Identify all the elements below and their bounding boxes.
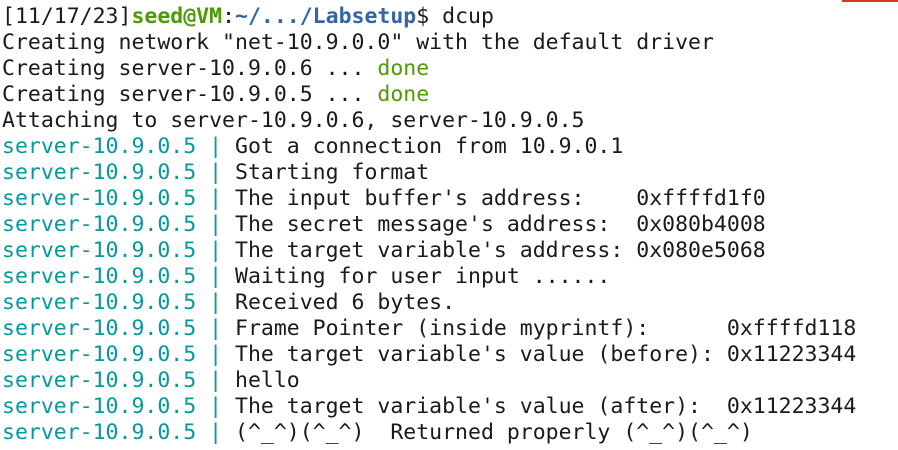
log-line: server-10.9.0.5 | The target variable's … xyxy=(2,394,856,420)
compose-output-line: Creating server-10.9.0.5 ... done xyxy=(2,82,429,108)
prompt-command: dcup xyxy=(442,4,494,29)
service-prefix: server-10.9.0.5 | xyxy=(2,160,235,185)
log-message: Waiting for user input ...... xyxy=(235,264,611,289)
prompt-path: ~/.../Labsetup xyxy=(235,4,417,29)
compose-text: Creating network "net-10.9.0.0" with the… xyxy=(2,30,714,55)
log-line: server-10.9.0.5 | Received 6 bytes. xyxy=(2,290,455,316)
service-prefix: server-10.9.0.5 | xyxy=(2,212,235,237)
log-line: server-10.9.0.5 | Got a connection from … xyxy=(2,134,623,160)
log-message: Got a connection from 10.9.0.1 xyxy=(235,134,624,159)
prompt-separator: : xyxy=(222,4,236,29)
log-message: Starting format xyxy=(235,160,430,185)
log-line: server-10.9.0.5 | (^_^)(^_^) Returned pr… xyxy=(2,420,753,446)
service-prefix: server-10.9.0.5 | xyxy=(2,134,235,159)
log-message: The secret message's address: 0x080b4008 xyxy=(235,212,766,237)
log-line: server-10.9.0.5 | Frame Pointer (inside … xyxy=(2,316,856,342)
service-prefix: server-10.9.0.5 | xyxy=(2,368,235,393)
compose-output-line: Creating server-10.9.0.6 ... done xyxy=(2,56,429,82)
compose-text: Creating server-10.9.0.6 ... xyxy=(2,56,378,81)
prompt-user-host: seed@VM xyxy=(131,4,223,29)
service-prefix: server-10.9.0.5 | xyxy=(2,264,235,289)
log-message: The target variable's value (after): 0x1… xyxy=(235,394,857,419)
log-line: server-10.9.0.5 | Starting format xyxy=(2,160,429,186)
compose-output-line: Creating network "net-10.9.0.0" with the… xyxy=(2,30,714,56)
log-line: server-10.9.0.5 | Waiting for user input… xyxy=(2,264,610,290)
compose-text: Attaching to server-10.9.0.6, server-10.… xyxy=(2,108,585,133)
log-line: server-10.9.0.5 | The input buffer's add… xyxy=(2,186,766,212)
log-line: server-10.9.0.5 | hello xyxy=(2,368,300,394)
log-message: (^_^)(^_^) Returned properly (^_^)(^_^) xyxy=(235,420,753,445)
log-message: The input buffer's address: 0xffffd1f0 xyxy=(235,186,766,211)
log-message: The target variable's address: 0x080e506… xyxy=(235,238,766,263)
log-message: hello xyxy=(235,368,300,393)
service-prefix: server-10.9.0.5 | xyxy=(2,342,235,367)
log-message: Received 6 bytes. xyxy=(235,290,456,315)
service-prefix: server-10.9.0.5 | xyxy=(2,316,235,341)
log-line: server-10.9.0.5 | The target variable's … xyxy=(2,238,766,264)
service-prefix: server-10.9.0.5 | xyxy=(2,394,235,419)
compose-output-line: Attaching to server-10.9.0.6, server-10.… xyxy=(2,108,584,134)
log-line: server-10.9.0.5 | The target variable's … xyxy=(2,342,856,368)
compose-text: Creating server-10.9.0.5 ... xyxy=(2,82,378,107)
service-prefix: server-10.9.0.5 | xyxy=(2,186,235,211)
window-accent-bar xyxy=(842,0,898,2)
service-prefix: server-10.9.0.5 | xyxy=(2,238,235,263)
prompt-dollar: $ xyxy=(416,4,443,29)
service-prefix: server-10.9.0.5 | xyxy=(2,290,235,315)
compose-status: done xyxy=(377,82,430,107)
log-message: Frame Pointer (inside myprintf): 0xffffd… xyxy=(235,316,857,341)
log-line: server-10.9.0.5 | The secret message's a… xyxy=(2,212,766,238)
service-prefix: server-10.9.0.5 | xyxy=(2,420,235,445)
terminal-window[interactable]: [11/17/23]seed@VM:~/.../Labsetup$ dcup C… xyxy=(0,0,898,450)
prompt-date: [11/17/23] xyxy=(2,4,132,29)
compose-status: done xyxy=(377,56,430,81)
prompt-line: [11/17/23]seed@VM:~/.../Labsetup$ dcup xyxy=(2,4,494,30)
log-message: The target variable's value (before): 0x… xyxy=(235,342,857,367)
